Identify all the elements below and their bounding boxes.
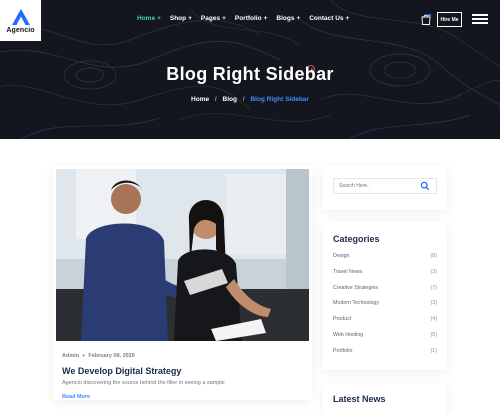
- post-author[interactable]: Admin: [62, 353, 79, 359]
- category-count: (3): [430, 300, 437, 307]
- plus-icon: +: [222, 15, 226, 22]
- latest-news-heading: Latest News: [333, 394, 386, 404]
- breadcrumb: Home / Blog / Blog Right Sidebar: [0, 96, 500, 103]
- hero-banner: Agencio Home + Shop + Pages + Portfolio + Bl…: [0, 0, 500, 139]
- plus-icon: +: [345, 15, 350, 22]
- breadcrumb-separator: /: [214, 96, 217, 103]
- category-label: Design: [333, 253, 350, 259]
- category-label: Web Hosting: [333, 331, 364, 338]
- nav-item-pages[interactable]: Pages +: [201, 15, 226, 22]
- main-nav: Home + Shop + Pages + Portfolio + Blogs + Con…: [137, 15, 358, 22]
- blog-post-card: Admin + February 08, 2020 We Develop Digit…: [53, 166, 312, 400]
- post-photo-illustration: [56, 169, 309, 341]
- nav-item-portfolio[interactable]: Portfolio +: [235, 15, 268, 22]
- category-label: Product: [333, 316, 352, 323]
- category-count: (7): [430, 284, 437, 291]
- categories-list: Design (8) Travel News (3) Creative Strate…: [333, 253, 437, 364]
- latest-news-widget: Latest News: [323, 384, 447, 414]
- category-item[interactable]: Product (4): [333, 316, 437, 332]
- category-item[interactable]: Creative Strategies (7): [333, 285, 437, 301]
- breadcrumb-current: Blog Right Sidebar: [250, 96, 309, 103]
- plus-icon: +: [157, 15, 161, 22]
- plus-icon: +: [188, 15, 192, 22]
- brand-name: Agencio: [6, 26, 35, 34]
- breadcrumb-separator: /: [242, 96, 245, 103]
- category-count: (1): [430, 347, 437, 354]
- nav-item-blogs[interactable]: Blogs +: [276, 15, 300, 22]
- meta-separator: +: [82, 353, 86, 359]
- read-more-link[interactable]: Read More: [62, 394, 90, 400]
- nav-item-home[interactable]: Home +: [137, 15, 161, 22]
- category-label: Creative Strategies: [333, 284, 379, 291]
- hire-me-button[interactable]: Hire Me: [437, 12, 462, 27]
- menu-line: [472, 18, 488, 20]
- hamburger-menu-icon[interactable]: [472, 14, 488, 24]
- category-count: (3): [430, 268, 437, 275]
- category-item[interactable]: Portfolio (1): [333, 348, 437, 364]
- category-label: Portfolio: [333, 347, 353, 354]
- category-item[interactable]: Modern Technology (3): [333, 300, 437, 316]
- post-image[interactable]: [56, 169, 309, 341]
- post-date: February 08, 2020: [88, 353, 135, 359]
- category-item[interactable]: Travel News (3): [333, 269, 437, 285]
- plus-icon: +: [263, 15, 268, 22]
- shopping-bag-icon[interactable]: [421, 13, 431, 25]
- category-item[interactable]: Web Hosting (5): [333, 332, 437, 348]
- post-title[interactable]: We Develop Digital Strategy: [62, 366, 181, 376]
- search-icon[interactable]: [420, 181, 430, 191]
- nav-label: Shop: [169, 15, 187, 22]
- nav-label: Pages: [200, 15, 221, 22]
- category-label: Modern Technology: [333, 300, 380, 307]
- page-title: Blog Right Sidebar: [166, 64, 334, 84]
- logo-mark-icon: [11, 8, 30, 25]
- nav-label: Contact Us: [309, 15, 344, 22]
- categories-widget: Categories Design (8) Travel News (3) Crea…: [323, 222, 447, 370]
- nav-item-contact[interactable]: Contact Us +: [309, 15, 349, 22]
- category-item[interactable]: Design (8): [333, 253, 437, 269]
- nav-item-shop[interactable]: Shop +: [170, 15, 192, 22]
- breadcrumb-blog[interactable]: Blog: [223, 96, 237, 103]
- post-excerpt: Agencio discovering the source behind th…: [62, 380, 225, 386]
- nav-label: Blogs: [276, 15, 295, 22]
- category-count: (8): [430, 253, 437, 259]
- category-count: (4): [430, 316, 437, 323]
- brand-logo[interactable]: Agencio: [0, 0, 41, 41]
- plus-icon: +: [296, 15, 301, 22]
- breadcrumb-home[interactable]: Home: [191, 96, 209, 103]
- nav-label: Home: [137, 15, 156, 22]
- menu-line: [472, 14, 488, 16]
- menu-line: [472, 22, 488, 24]
- category-count: (5): [430, 331, 437, 338]
- categories-heading: Categories: [333, 234, 380, 244]
- post-meta: Admin + February 08, 2020: [62, 353, 135, 359]
- category-label: Travel News: [333, 268, 363, 275]
- nav-label: Portfolio: [234, 15, 262, 22]
